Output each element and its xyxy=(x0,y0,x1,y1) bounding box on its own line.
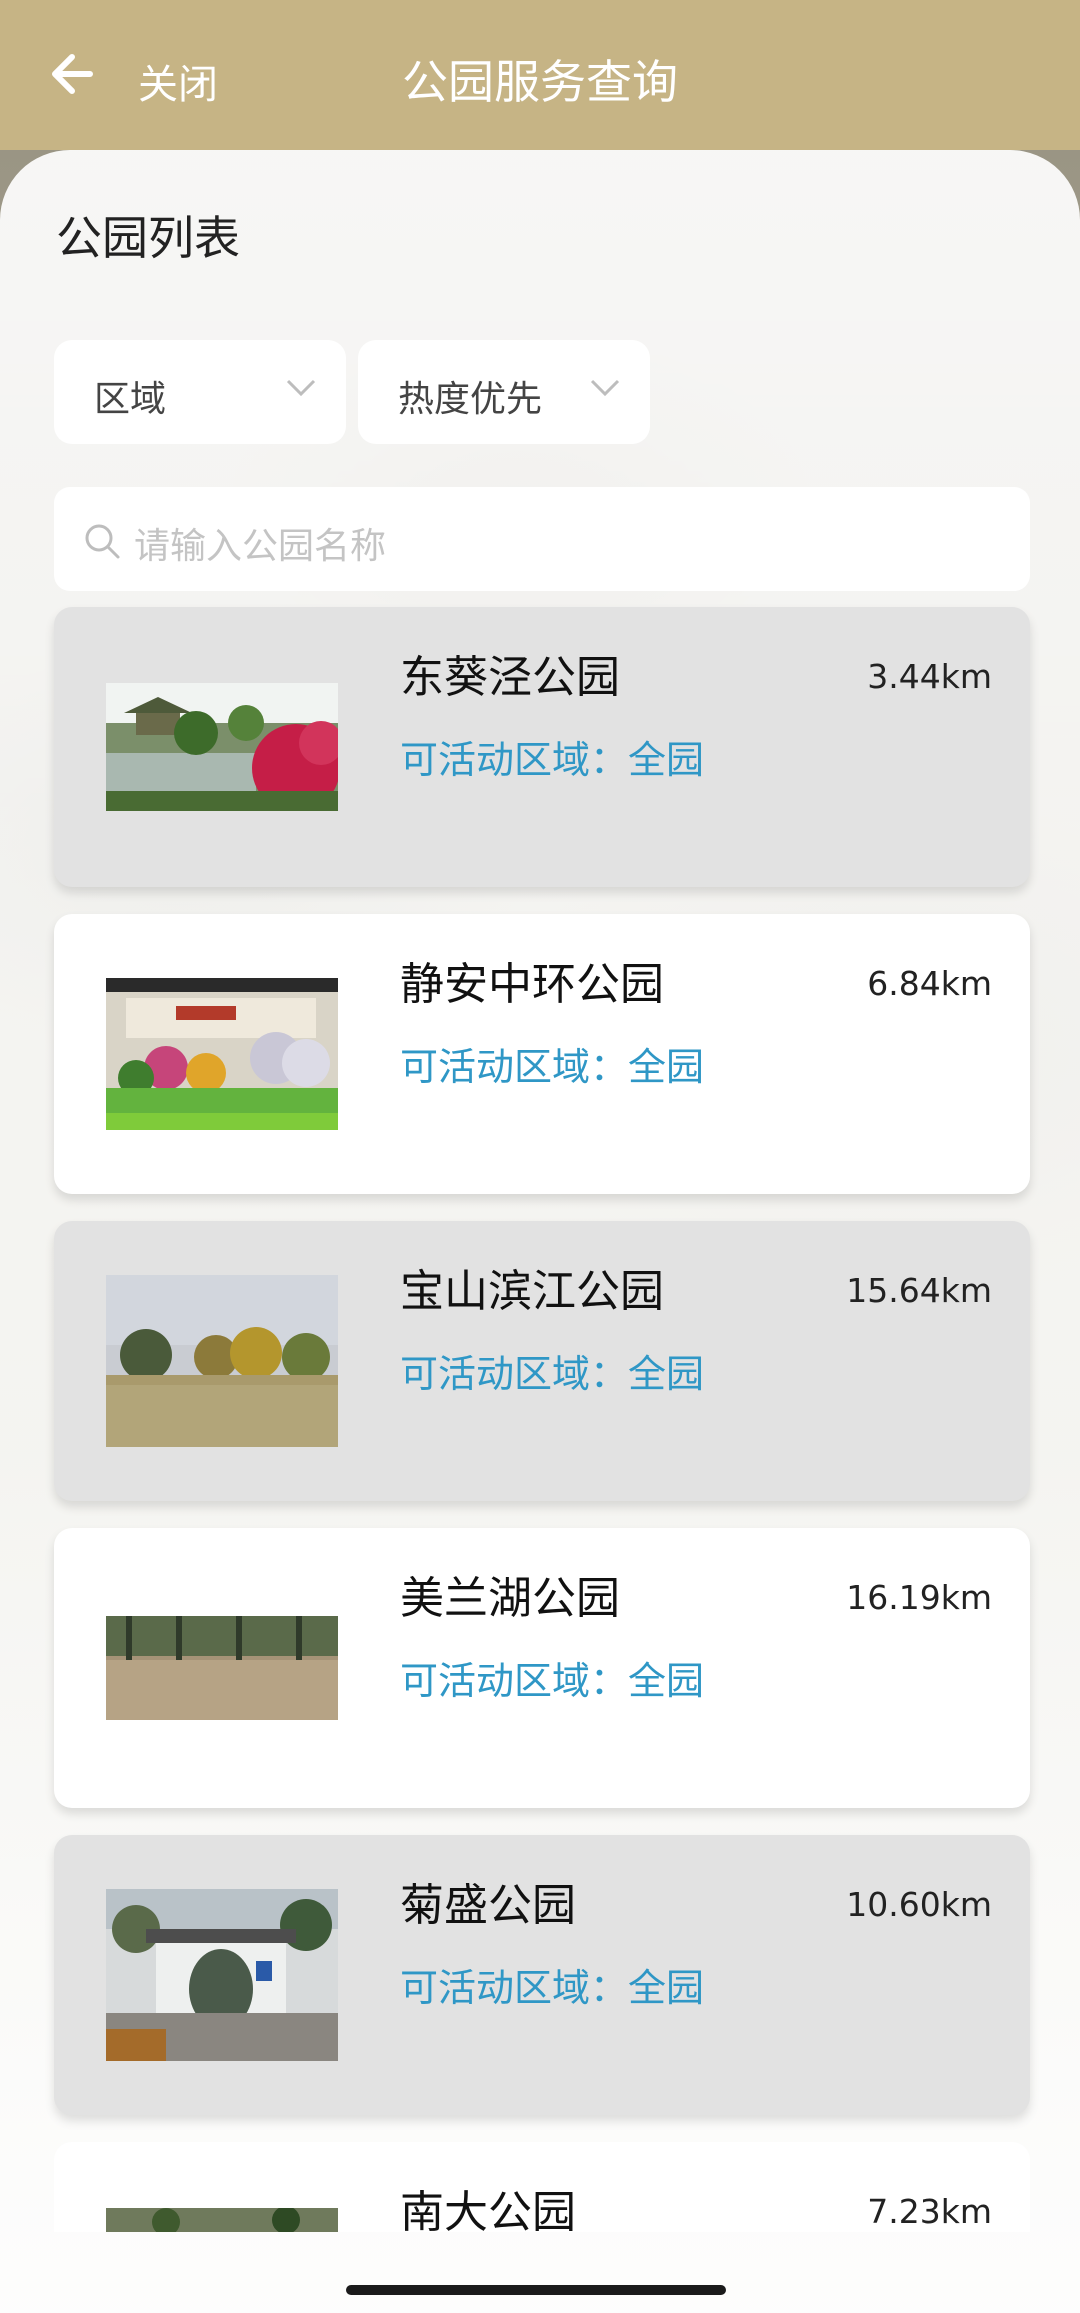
sort-filter-dropdown[interactable]: 热度优先 xyxy=(358,340,650,444)
content-sheet: 公园列表 区域 热度优先 请输入公园名称 东葵泾公园 可活动区域：全园 3.44… xyxy=(0,150,1080,2313)
page-title: 公园服务查询 xyxy=(402,55,678,109)
park-distance: 6.84km xyxy=(867,964,992,1003)
park-name: 南大公园 xyxy=(400,2187,576,2238)
park-card[interactable]: 东葵泾公园 可活动区域：全园 3.44km xyxy=(54,607,1030,887)
park-activity-area: 可活动区域：全园 xyxy=(400,1966,705,2010)
park-distance: 7.23km xyxy=(867,2192,992,2231)
park-distance: 3.44km xyxy=(867,657,992,696)
park-card[interactable]: 南大公园 7.23km xyxy=(54,2142,1030,2238)
park-thumbnail-image xyxy=(106,1275,338,1447)
home-indicator[interactable] xyxy=(346,2285,726,2295)
park-card[interactable]: 菊盛公园 可活动区域：全园 10.60km xyxy=(54,1835,1030,2115)
region-filter-label: 区域 xyxy=(94,379,167,420)
park-distance: 16.19km xyxy=(846,1578,992,1617)
search-placeholder: 请输入公园名称 xyxy=(134,526,387,567)
park-name: 菊盛公园 xyxy=(400,1880,576,1931)
park-card[interactable]: 宝山滨江公园 可活动区域：全园 15.64km xyxy=(54,1221,1030,1501)
park-thumbnail-image xyxy=(106,683,338,811)
chevron-down-icon xyxy=(590,379,620,397)
chevron-down-icon xyxy=(286,379,316,397)
search-input[interactable]: 请输入公园名称 xyxy=(54,487,1030,591)
park-name: 宝山滨江公园 xyxy=(400,1266,664,1317)
park-name: 静安中环公园 xyxy=(400,959,664,1010)
park-thumbnail-image xyxy=(106,1889,338,2061)
sort-filter-label: 热度优先 xyxy=(398,379,543,420)
search-icon xyxy=(85,524,120,559)
park-activity-area: 可活动区域：全园 xyxy=(400,1352,705,1396)
section-title: 公园列表 xyxy=(56,211,240,265)
park-thumbnail-image xyxy=(106,2208,338,2232)
park-distance: 15.64km xyxy=(846,1271,992,1310)
park-card[interactable]: 静安中环公园 可活动区域：全园 6.84km xyxy=(54,914,1030,1194)
top-bar: 关闭 公园服务查询 xyxy=(0,0,1080,150)
park-activity-area: 可活动区域：全园 xyxy=(400,738,705,782)
park-activity-area: 可活动区域：全园 xyxy=(400,1045,705,1089)
park-name: 东葵泾公园 xyxy=(400,652,620,703)
park-name: 美兰湖公园 xyxy=(400,1573,620,1624)
park-distance: 10.60km xyxy=(846,1885,992,1924)
park-activity-area: 可活动区域：全园 xyxy=(400,1659,705,1703)
park-thumbnail-image xyxy=(106,1616,338,1720)
park-card[interactable]: 美兰湖公园 可活动区域：全园 16.19km xyxy=(54,1528,1030,1808)
region-filter-dropdown[interactable]: 区域 xyxy=(54,340,346,444)
park-thumbnail-image xyxy=(106,978,338,1130)
